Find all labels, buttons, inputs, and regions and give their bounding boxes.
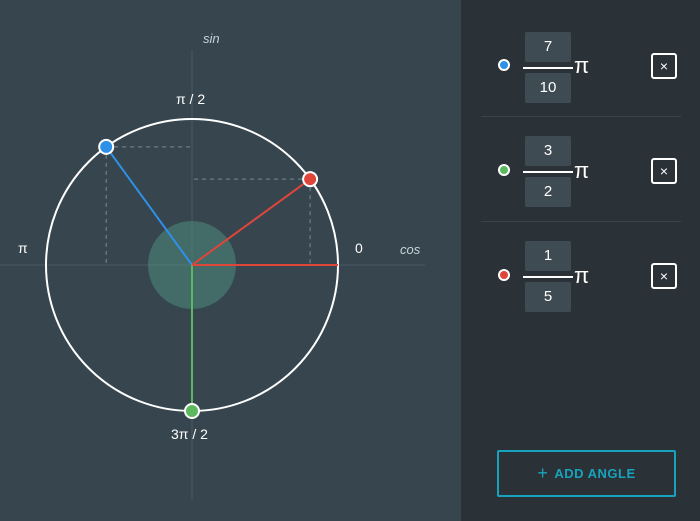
remove-angle-button[interactable]: × [651,53,677,79]
angle-radius-line [105,146,193,266]
add-angle-label: ADD ANGLE [554,466,636,481]
angle-row-1: 7 10 π × [481,12,681,117]
unit-circle-canvas: sin cos π / 2 0 π 3π / 2 [0,0,461,521]
remove-angle-button[interactable]: × [651,263,677,289]
numerator-input[interactable]: 7 [525,32,571,62]
plus-icon: + [537,463,549,483]
angle-label-three-pi-half: 3π / 2 [171,426,208,442]
angle-point-handle[interactable] [302,171,319,188]
angle-label-pi-half: π / 2 [176,91,206,107]
fraction-bar [523,171,573,173]
add-angle-button[interactable]: + ADD ANGLE [497,450,676,497]
fraction-bar [523,67,573,69]
angle-radius-line [191,178,311,266]
pi-symbol: π [574,263,590,288]
cos-axis-label: cos [400,242,421,257]
angle-row-3: 1 5 π × [481,222,681,327]
angle-label-pi: π [18,240,28,256]
numerator-input[interactable]: 1 [525,241,571,271]
unit-circle-svg [0,50,425,500]
unit-circle-app: sin cos π / 2 0 π 3π / 2 7 10 π × 3 2 π … [0,0,700,521]
angle-list-panel: 7 10 π × 3 2 π × 1 5 π × + ADD ANGLE [461,0,700,521]
pi-symbol: π [574,158,590,183]
denominator-input[interactable]: 2 [525,177,571,207]
angle-point-handle[interactable] [98,138,115,155]
angle-row-2: 3 2 π × [481,117,681,222]
angle-point-handle[interactable] [184,403,200,419]
angle-fraction: 3 2 [523,136,573,207]
fraction-bar [523,276,573,278]
denominator-input[interactable]: 10 [525,73,571,103]
angle-fraction: 7 10 [523,32,573,103]
angle-color-dot [498,269,510,281]
numerator-input[interactable]: 3 [525,136,571,166]
pi-symbol: π [574,53,590,78]
angle-fraction: 1 5 [523,241,573,312]
denominator-input[interactable]: 5 [525,282,571,312]
sin-axis-label: sin [203,31,220,46]
remove-angle-button[interactable]: × [651,158,677,184]
angle-label-zero: 0 [355,240,363,256]
angle-color-dot [498,59,510,71]
angle-color-dot [498,164,510,176]
